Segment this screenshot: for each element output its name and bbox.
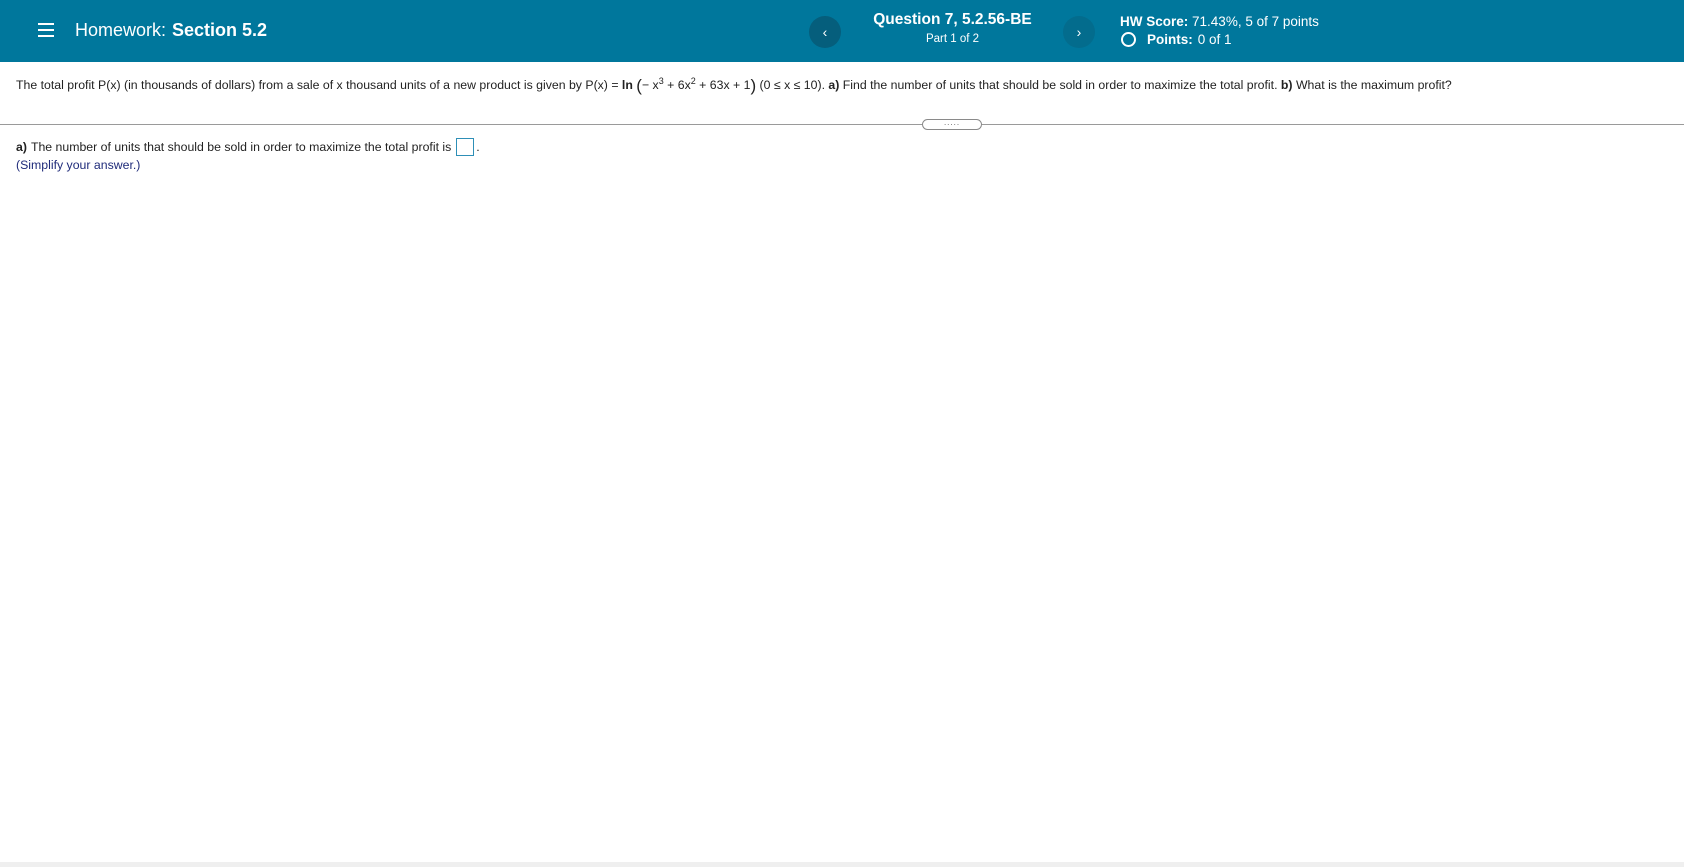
section-label: Section 5.2 <box>172 20 268 40</box>
answer-prompt: The number of units that should be sold … <box>30 140 452 154</box>
part-a-text: Find the number of units that should be … <box>842 78 1278 92</box>
question-intro: The total profit P(x) (in thousands of d… <box>16 78 619 92</box>
poly-term-2: + 6x <box>667 78 691 92</box>
bottom-edge <box>0 862 1684 867</box>
answer-input[interactable] <box>456 138 475 156</box>
chevron-right-icon: › <box>1076 24 1082 40</box>
points-status: Points: 0 of 1 <box>1120 32 1232 47</box>
answer-line: a) The number of units that should be so… <box>16 138 480 156</box>
question-title: Question 7, 5.2.56-BE <box>873 11 1032 28</box>
ln-function: ln <box>621 78 633 92</box>
simplify-hint: (Simplify your answer.) <box>16 158 141 172</box>
poly-exponent-2: 2 <box>690 76 696 86</box>
expand-handle[interactable]: ..... <box>922 119 982 130</box>
points-label: Points: <box>1147 32 1193 47</box>
homework-prefix: Homework: <box>75 20 167 40</box>
answer-trailing: . <box>476 140 480 154</box>
points-value: 0 of 1 <box>1197 32 1232 47</box>
hamburger-menu-icon[interactable] <box>38 23 54 37</box>
hw-score: HW Score: 71.43%, 5 of 7 points <box>1120 14 1319 29</box>
previous-question-button[interactable]: ‹ <box>809 16 841 48</box>
close-paren: ) <box>750 76 757 95</box>
hw-score-value: 71.43%, 5 of 7 points <box>1192 14 1319 29</box>
poly-term-1: − x <box>641 78 659 92</box>
part-b-label: b) <box>1280 78 1293 92</box>
points-status-circle-icon <box>1121 32 1136 47</box>
part-a-label: a) <box>828 78 840 92</box>
part-b-text: What is the maximum profit? <box>1295 78 1452 92</box>
hw-score-label: HW Score: <box>1120 14 1189 29</box>
question-text: The total profit P(x) (in thousands of d… <box>16 76 1452 96</box>
content-divider <box>0 124 1684 125</box>
homework-title: Homework: Section 5.2 <box>75 20 267 41</box>
poly-term-3: + 63x + 1 <box>699 78 751 92</box>
domain-text: (0 ≤ x ≤ 10). <box>759 78 825 92</box>
part-indicator: Part 1 of 2 <box>925 33 980 45</box>
top-header-bar: Homework: Section 5.2 ‹ Question 7, 5.2.5… <box>0 0 1684 62</box>
poly-exponent-1: 3 <box>658 76 664 86</box>
chevron-left-icon: ‹ <box>822 24 828 40</box>
answer-part-label: a) <box>16 140 27 154</box>
next-question-button[interactable]: › <box>1063 16 1095 48</box>
